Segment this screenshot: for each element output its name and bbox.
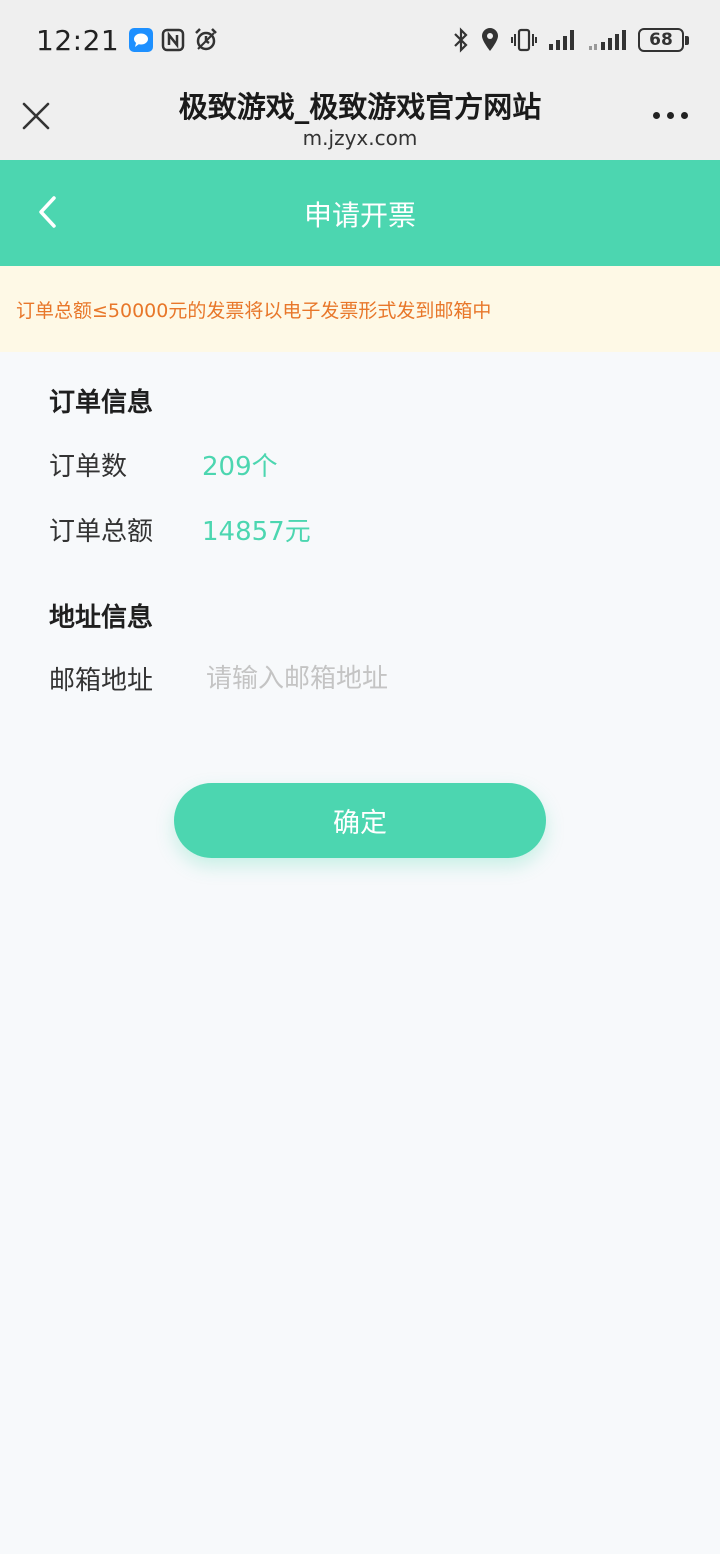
nav-bar: 申请开票 [0,160,720,266]
email-label: 邮箱地址 [49,666,154,696]
bluetooth-icon [452,27,470,53]
order-total-value: 14857元 [202,517,311,547]
confirm-button[interactable]: 确定 [174,783,546,858]
order-count-value: 209个 [202,452,278,482]
message-icon [129,28,154,52]
status-bar: 12:21 68 [0,0,720,80]
more-menu-icon[interactable] [653,112,688,119]
email-input[interactable] [202,663,602,694]
order-total-label: 订单总额 [49,517,154,547]
order-total-row: 订单总额 14857元 [49,511,311,548]
more-dot [653,112,660,119]
browser-url: m.jzyx.com [302,126,418,150]
order-info-title: 订单信息 [49,388,154,418]
more-dot [667,112,674,119]
page-title: 申请开票 [303,199,416,232]
order-count-row: 订单数 209个 [49,446,278,483]
location-icon [480,27,500,53]
signal-icon-2 [588,28,628,52]
status-time: 12:21 [36,23,120,57]
browser-title: 极致游戏_极致游戏官方网站 [178,90,542,124]
battery-level: 68 [638,28,689,52]
order-count-label: 订单数 [49,452,128,482]
more-dot [681,112,688,119]
status-right-icons: 68 [442,27,689,53]
alarm-icon [193,27,219,53]
nfc-icon [161,28,185,52]
notice-banner: 订单总额≤50000元的发票将以电子发票形式发到邮箱中 [0,266,720,352]
notice-text: 订单总额≤50000元的发票将以电子发票形式发到邮箱中 [16,299,492,322]
battery-icon: 68 [638,28,689,52]
vibrate-icon [510,27,538,53]
signal-icon [548,28,578,52]
address-info-title: 地址信息 [49,603,154,633]
email-row: 邮箱地址 [49,660,602,697]
browser-header: 极致游戏_极致游戏官方网站 m.jzyx.com [0,80,720,160]
